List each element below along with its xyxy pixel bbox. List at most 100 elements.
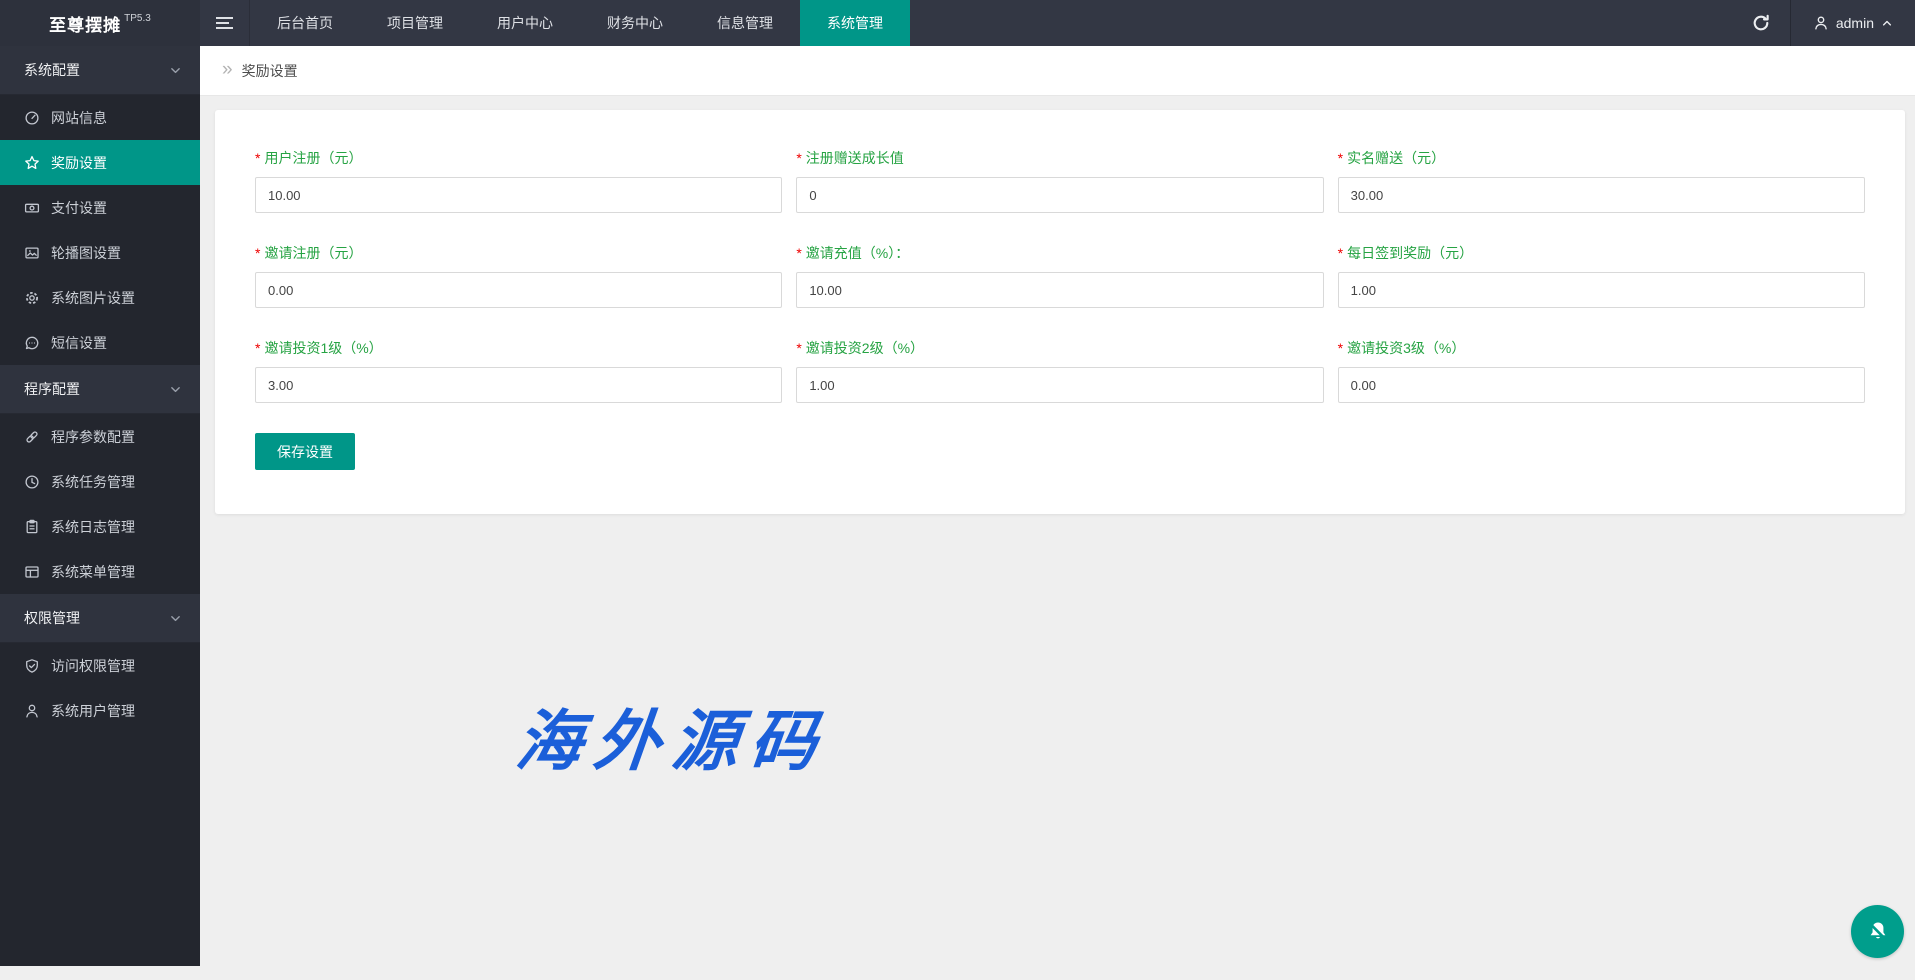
sidebar-item-label: 系统用户管理 xyxy=(51,701,135,721)
sidebar-section-program-config[interactable]: 程序配置 xyxy=(0,365,200,414)
person-icon xyxy=(1813,15,1829,31)
dashboard-icon xyxy=(24,110,40,126)
field-realname-bonus: *实名赠送（元） xyxy=(1338,148,1865,213)
field-label: *实名赠送（元） xyxy=(1338,148,1865,168)
field-label: *邀请投资1级（%） xyxy=(255,338,782,358)
required-asterisk: * xyxy=(255,150,260,166)
clock-icon xyxy=(24,474,40,490)
register-growth-input[interactable] xyxy=(796,177,1323,213)
sidebar-item-website-info[interactable]: 网站信息 xyxy=(0,95,200,140)
nav-item-system[interactable]: 系统管理 xyxy=(800,0,910,46)
field-label: *邀请注册（元） xyxy=(255,243,782,263)
nav-item-projects[interactable]: 项目管理 xyxy=(360,0,470,46)
chevron-down-icon xyxy=(169,383,182,396)
user-menu[interactable]: admin xyxy=(1791,0,1915,46)
sidebar-item-label: 网站信息 xyxy=(51,108,107,128)
user-register-input[interactable] xyxy=(255,177,782,213)
sidebar-section-permission-management[interactable]: 权限管理 xyxy=(0,594,200,643)
sidebar-item-menu-management[interactable]: 系统菜单管理 xyxy=(0,549,200,594)
gear-icon xyxy=(24,290,40,306)
sidebar-item-system-images[interactable]: 系统图片设置 xyxy=(0,275,200,320)
nav-item-users[interactable]: 用户中心 xyxy=(470,0,580,46)
sidebar-item-log-management[interactable]: 系统日志管理 xyxy=(0,504,200,549)
user-name: admin xyxy=(1836,15,1874,31)
sidebar-item-payment-settings[interactable]: 支付设置 xyxy=(0,185,200,230)
sidebar-item-label: 程序参数配置 xyxy=(51,427,135,447)
refresh-button[interactable] xyxy=(1732,0,1790,46)
form-grid: *用户注册（元） *注册赠送成长值 *实名赠送（元） *邀请注册（元） *邀请充… xyxy=(255,148,1865,433)
menu-toggle-button[interactable] xyxy=(200,0,250,46)
realname-bonus-input[interactable] xyxy=(1338,177,1865,213)
sidebar-item-task-management[interactable]: 系统任务管理 xyxy=(0,459,200,504)
field-user-register: *用户注册（元） xyxy=(255,148,782,213)
notification-fab[interactable] xyxy=(1851,905,1904,958)
star-icon xyxy=(24,155,40,171)
sidebar-item-sms-settings[interactable]: 短信设置 xyxy=(0,320,200,365)
sidebar-item-label: 系统日志管理 xyxy=(51,517,135,537)
topbar: 至尊摆摊 TP5.3 后台首页 项目管理 用户中心 财务中心 信息管理 系统管理… xyxy=(0,0,1915,46)
chevron-up-icon xyxy=(1881,17,1893,29)
sidebar-item-carousel-settings[interactable]: 轮播图设置 xyxy=(0,230,200,275)
required-asterisk: * xyxy=(255,340,260,356)
chevron-down-icon xyxy=(169,64,182,77)
menu-layout-icon xyxy=(24,564,40,580)
required-asterisk: * xyxy=(1338,340,1343,356)
breadcrumb: 奖励设置 xyxy=(242,61,298,81)
sidebar-item-system-users[interactable]: 系统用户管理 xyxy=(0,688,200,733)
sidebar-item-label: 支付设置 xyxy=(51,198,107,218)
required-asterisk: * xyxy=(796,340,801,356)
field-invite-invest-level1: *邀请投资1级（%） xyxy=(255,338,782,403)
field-invite-register: *邀请注册（元） xyxy=(255,243,782,308)
required-asterisk: * xyxy=(796,150,801,166)
money-icon xyxy=(24,200,40,216)
invite-invest-level2-input[interactable] xyxy=(796,367,1323,403)
section-title: 系统配置 xyxy=(24,60,169,80)
sidebar-item-access-permissions[interactable]: 访问权限管理 xyxy=(0,643,200,688)
clipboard-icon xyxy=(24,519,40,535)
sidebar-item-label: 奖励设置 xyxy=(51,153,107,173)
refresh-icon xyxy=(1752,14,1770,32)
section-title: 程序配置 xyxy=(24,379,169,399)
field-label: *用户注册（元） xyxy=(255,148,782,168)
field-label: *邀请充值（%）： xyxy=(796,243,1323,263)
section-title: 权限管理 xyxy=(24,608,169,628)
field-label: *注册赠送成长值 xyxy=(796,148,1323,168)
required-asterisk: * xyxy=(1338,150,1343,166)
daily-signin-reward-input[interactable] xyxy=(1338,272,1865,308)
link-icon xyxy=(24,429,40,445)
field-register-growth: *注册赠送成长值 xyxy=(796,148,1323,213)
field-invite-invest-level2: *邀请投资2级（%） xyxy=(796,338,1323,403)
sidebar: 系统配置 网站信息 奖励设置 支付设置 轮播图设置 系统图片设置 短信设置 程序… xyxy=(0,46,200,966)
invite-invest-level1-input[interactable] xyxy=(255,367,782,403)
field-label: *每日签到奖励（元） xyxy=(1338,243,1865,263)
invite-recharge-input[interactable] xyxy=(796,272,1323,308)
field-invite-recharge: *邀请充值（%）： xyxy=(796,243,1323,308)
save-button[interactable]: 保存设置 xyxy=(255,433,355,470)
app-title: 至尊摆摊 xyxy=(49,11,121,36)
nav-item-info[interactable]: 信息管理 xyxy=(690,0,800,46)
sidebar-item-reward-settings[interactable]: 奖励设置 xyxy=(0,140,200,185)
invite-invest-level3-input[interactable] xyxy=(1338,367,1865,403)
user-icon xyxy=(24,703,40,719)
main-area: » 奖励设置 *用户注册（元） *注册赠送成长值 *实名赠送（元） *邀请注册（ xyxy=(200,46,1915,966)
message-icon xyxy=(24,335,40,351)
required-asterisk: * xyxy=(1338,245,1343,261)
shield-check-icon xyxy=(24,658,40,674)
nav-item-finance[interactable]: 财务中心 xyxy=(580,0,690,46)
chevron-down-icon xyxy=(169,612,182,625)
hamburger-icon xyxy=(216,16,233,30)
app-logo: 至尊摆摊 TP5.3 xyxy=(0,0,200,46)
sidebar-item-label: 系统任务管理 xyxy=(51,472,135,492)
breadcrumb-bar: » 奖励设置 xyxy=(200,46,1915,96)
breadcrumb-chevrons-icon: » xyxy=(222,60,233,79)
image-icon xyxy=(24,245,40,261)
sidebar-item-label: 短信设置 xyxy=(51,333,107,353)
sidebar-item-program-params[interactable]: 程序参数配置 xyxy=(0,414,200,459)
nav-item-home[interactable]: 后台首页 xyxy=(250,0,360,46)
sidebar-item-label: 系统菜单管理 xyxy=(51,562,135,582)
sidebar-section-system-config[interactable]: 系统配置 xyxy=(0,46,200,95)
field-label: *邀请投资3级（%） xyxy=(1338,338,1865,358)
watermark: 海外源码 xyxy=(512,688,834,784)
app-version: TP5.3 xyxy=(124,13,151,24)
invite-register-input[interactable] xyxy=(255,272,782,308)
